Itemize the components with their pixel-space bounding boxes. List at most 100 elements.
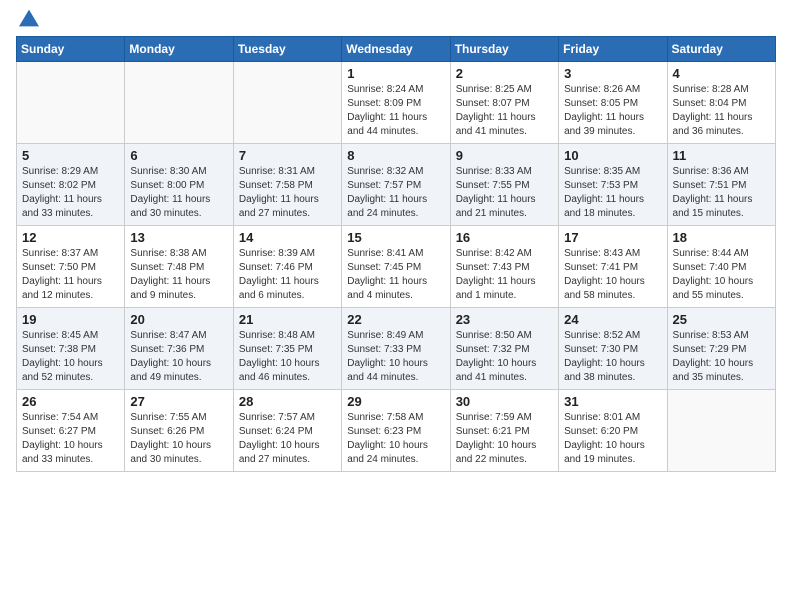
day-info: Sunrise: 8:26 AM Sunset: 8:05 PM Dayligh… <box>564 83 661 139</box>
day-info: Sunrise: 8:45 AM Sunset: 7:38 PM Dayligh… <box>22 329 119 385</box>
calendar-day-27: 27Sunrise: 7:55 AM Sunset: 6:26 PM Dayli… <box>125 390 233 472</box>
calendar-day-9: 9 Sunrise: 8:33 AM Sunset: 7:55 PM Daylig… <box>450 144 558 226</box>
day-number: 9 <box>456 148 553 163</box>
day-info: Sunrise: 8:37 AM Sunset: 7:50 PM Dayligh… <box>22 247 119 303</box>
calendar-day-25: 25 Sunrise: 8:53 AM Sunset: 7:29 PM Dayli… <box>667 308 775 390</box>
calendar-day-12: 12 Sunrise: 8:37 AM Sunset: 7:50 PM Dayli… <box>17 226 125 308</box>
day-header-wednesday: Wednesday <box>342 37 450 62</box>
calendar-week-3: 12 Sunrise: 8:37 AM Sunset: 7:50 PM Dayli… <box>17 226 776 308</box>
day-header-saturday: Saturday <box>667 37 775 62</box>
day-number: 6 <box>130 148 227 163</box>
day-number: 16 <box>456 230 553 245</box>
calendar-day-17: 17 Sunrise: 8:43 AM Sunset: 7:41 PM Dayli… <box>559 226 667 308</box>
day-number: 8 <box>347 148 444 163</box>
day-info: Sunrise: 8:25 AM Sunset: 8:07 PM Dayligh… <box>456 83 553 139</box>
calendar-table: SundayMondayTuesdayWednesdayThursdayFrid… <box>16 36 776 472</box>
day-info: Sunrise: 7:59 AM Sunset: 6:21 PM Dayligh… <box>456 411 553 467</box>
day-number: 1 <box>347 66 444 81</box>
day-info: Sunrise: 8:31 AM Sunset: 7:58 PM Dayligh… <box>239 165 336 221</box>
calendar-header-row: SundayMondayTuesdayWednesdayThursdayFrid… <box>17 37 776 62</box>
calendar-empty-cell <box>125 62 233 144</box>
day-info: Sunrise: 7:55 AM Sunset: 6:26 PM Dayligh… <box>130 411 227 467</box>
day-info: Sunrise: 8:28 AM Sunset: 8:04 PM Dayligh… <box>673 83 770 139</box>
calendar-day-31: 31 Sunrise: 8:01 AM Sunset: 6:20 PM Dayli… <box>559 390 667 472</box>
day-info: Sunrise: 8:30 AM Sunset: 8:00 PM Dayligh… <box>130 165 227 221</box>
day-number: 31 <box>564 394 661 409</box>
day-info: Sunrise: 8:33 AM Sunset: 7:55 PM Dayligh… <box>456 165 553 221</box>
day-info: Sunrise: 8:43 AM Sunset: 7:41 PM Dayligh… <box>564 247 661 303</box>
day-number: 24 <box>564 312 661 327</box>
day-info: Sunrise: 8:53 AM Sunset: 7:29 PM Dayligh… <box>673 329 770 385</box>
calendar-week-5: 26Sunrise: 7:54 AM Sunset: 6:27 PM Dayli… <box>17 390 776 472</box>
calendar-day-30: 30 Sunrise: 7:59 AM Sunset: 6:21 PM Dayli… <box>450 390 558 472</box>
day-number: 23 <box>456 312 553 327</box>
day-header-thursday: Thursday <box>450 37 558 62</box>
day-info: Sunrise: 8:39 AM Sunset: 7:46 PM Dayligh… <box>239 247 336 303</box>
logo-icon <box>19 8 39 28</box>
calendar-day-7: 7Sunrise: 8:31 AM Sunset: 7:58 PM Daylig… <box>233 144 341 226</box>
day-info: Sunrise: 8:38 AM Sunset: 7:48 PM Dayligh… <box>130 247 227 303</box>
day-number: 3 <box>564 66 661 81</box>
calendar-day-1: 1 Sunrise: 8:24 AM Sunset: 8:09 PM Daylig… <box>342 62 450 144</box>
day-number: 22 <box>347 312 444 327</box>
day-info: Sunrise: 8:47 AM Sunset: 7:36 PM Dayligh… <box>130 329 227 385</box>
day-number: 26 <box>22 394 119 409</box>
day-number: 20 <box>130 312 227 327</box>
day-info: Sunrise: 8:36 AM Sunset: 7:51 PM Dayligh… <box>673 165 770 221</box>
calendar-day-16: 16 Sunrise: 8:42 AM Sunset: 7:43 PM Dayli… <box>450 226 558 308</box>
day-number: 28 <box>239 394 336 409</box>
day-info: Sunrise: 8:35 AM Sunset: 7:53 PM Dayligh… <box>564 165 661 221</box>
day-number: 4 <box>673 66 770 81</box>
day-number: 17 <box>564 230 661 245</box>
day-number: 18 <box>673 230 770 245</box>
calendar-day-2: 2 Sunrise: 8:25 AM Sunset: 8:07 PM Daylig… <box>450 62 558 144</box>
day-info: Sunrise: 7:58 AM Sunset: 6:23 PM Dayligh… <box>347 411 444 467</box>
calendar-day-19: 19Sunrise: 8:45 AM Sunset: 7:38 PM Dayli… <box>17 308 125 390</box>
page-container: SundayMondayTuesdayWednesdayThursdayFrid… <box>0 0 792 612</box>
day-number: 25 <box>673 312 770 327</box>
calendar-day-4: 4 Sunrise: 8:28 AM Sunset: 8:04 PM Daylig… <box>667 62 775 144</box>
day-number: 30 <box>456 394 553 409</box>
day-info: Sunrise: 8:29 AM Sunset: 8:02 PM Dayligh… <box>22 165 119 221</box>
day-header-monday: Monday <box>125 37 233 62</box>
calendar-day-23: 23 Sunrise: 8:50 AM Sunset: 7:32 PM Dayli… <box>450 308 558 390</box>
calendar-day-6: 6 Sunrise: 8:30 AM Sunset: 8:00 PM Daylig… <box>125 144 233 226</box>
day-info: Sunrise: 8:50 AM Sunset: 7:32 PM Dayligh… <box>456 329 553 385</box>
day-header-sunday: Sunday <box>17 37 125 62</box>
calendar-day-14: 14Sunrise: 8:39 AM Sunset: 7:46 PM Dayli… <box>233 226 341 308</box>
calendar-day-21: 21Sunrise: 8:48 AM Sunset: 7:35 PM Dayli… <box>233 308 341 390</box>
day-number: 29 <box>347 394 444 409</box>
day-header-tuesday: Tuesday <box>233 37 341 62</box>
calendar-day-8: 8 Sunrise: 8:32 AM Sunset: 7:57 PM Daylig… <box>342 144 450 226</box>
calendar-day-13: 13 Sunrise: 8:38 AM Sunset: 7:48 PM Dayli… <box>125 226 233 308</box>
day-info: Sunrise: 8:24 AM Sunset: 8:09 PM Dayligh… <box>347 83 444 139</box>
logo <box>16 12 39 28</box>
page-header <box>16 12 776 28</box>
day-number: 11 <box>673 148 770 163</box>
calendar-day-20: 20 Sunrise: 8:47 AM Sunset: 7:36 PM Dayli… <box>125 308 233 390</box>
calendar-week-2: 5 Sunrise: 8:29 AM Sunset: 8:02 PM Daylig… <box>17 144 776 226</box>
calendar-day-22: 22 Sunrise: 8:49 AM Sunset: 7:33 PM Dayli… <box>342 308 450 390</box>
day-number: 13 <box>130 230 227 245</box>
day-info: Sunrise: 8:52 AM Sunset: 7:30 PM Dayligh… <box>564 329 661 385</box>
day-info: Sunrise: 8:48 AM Sunset: 7:35 PM Dayligh… <box>239 329 336 385</box>
calendar-day-28: 28Sunrise: 7:57 AM Sunset: 6:24 PM Dayli… <box>233 390 341 472</box>
calendar-day-29: 29 Sunrise: 7:58 AM Sunset: 6:23 PM Dayli… <box>342 390 450 472</box>
calendar-day-10: 10 Sunrise: 8:35 AM Sunset: 7:53 PM Dayli… <box>559 144 667 226</box>
day-number: 5 <box>22 148 119 163</box>
day-info: Sunrise: 8:49 AM Sunset: 7:33 PM Dayligh… <box>347 329 444 385</box>
day-number: 2 <box>456 66 553 81</box>
day-header-friday: Friday <box>559 37 667 62</box>
day-number: 12 <box>22 230 119 245</box>
day-number: 10 <box>564 148 661 163</box>
day-info: Sunrise: 8:44 AM Sunset: 7:40 PM Dayligh… <box>673 247 770 303</box>
calendar-day-18: 18 Sunrise: 8:44 AM Sunset: 7:40 PM Dayli… <box>667 226 775 308</box>
calendar-week-1: 1 Sunrise: 8:24 AM Sunset: 8:09 PM Daylig… <box>17 62 776 144</box>
day-info: Sunrise: 8:42 AM Sunset: 7:43 PM Dayligh… <box>456 247 553 303</box>
day-number: 15 <box>347 230 444 245</box>
day-info: Sunrise: 8:01 AM Sunset: 6:20 PM Dayligh… <box>564 411 661 467</box>
calendar-empty-cell <box>233 62 341 144</box>
calendar-empty-cell <box>667 390 775 472</box>
day-info: Sunrise: 8:32 AM Sunset: 7:57 PM Dayligh… <box>347 165 444 221</box>
calendar-week-4: 19Sunrise: 8:45 AM Sunset: 7:38 PM Dayli… <box>17 308 776 390</box>
